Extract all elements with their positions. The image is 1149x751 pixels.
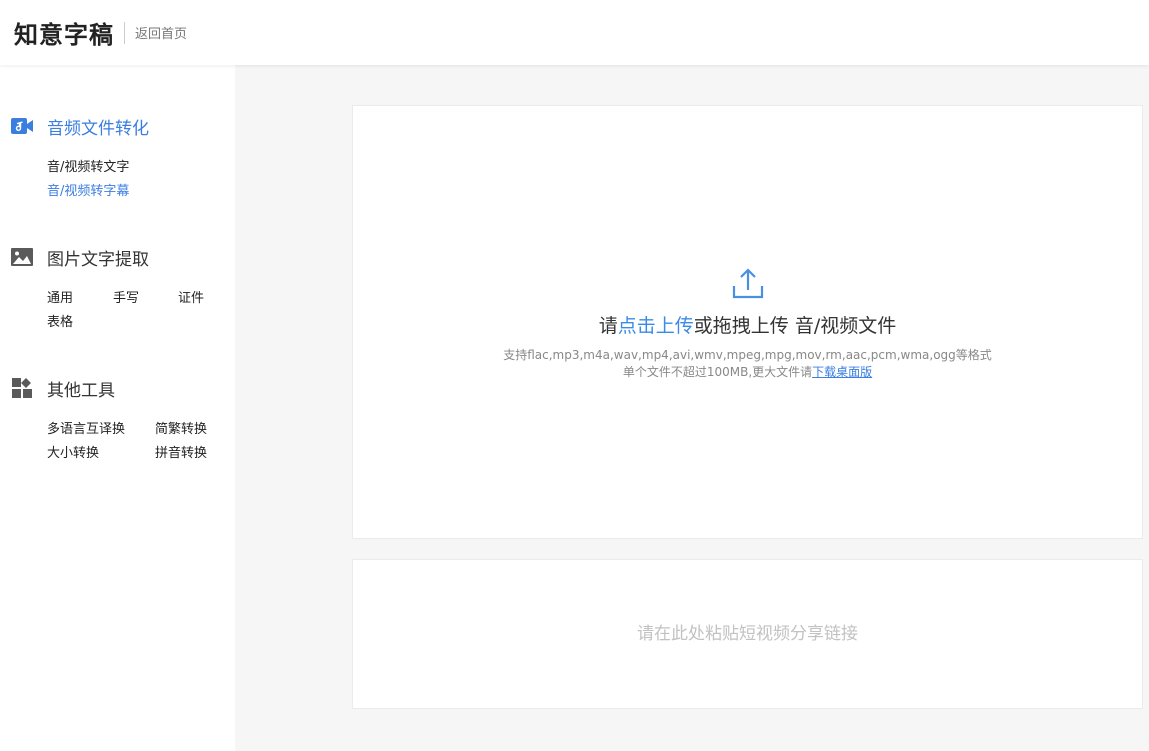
share-link-box: [352, 559, 1143, 709]
video-camera-icon: [10, 114, 34, 138]
size-limit-text: 单个文件不超过100MB,更大文件请: [623, 365, 812, 379]
section-title-audio: 音频文件转化: [47, 114, 149, 139]
nav-pinyin-convert[interactable]: 拼音转换: [155, 442, 207, 461]
upload-suffix: 或拖拽上传 音/视频文件: [694, 315, 896, 337]
nav-simplified-traditional[interactable]: 简繁转换: [155, 418, 207, 437]
download-desktop-link[interactable]: 下载桌面版: [812, 365, 872, 379]
upload-instruction: 请点击上传或拖拽上传 音/视频文件: [353, 311, 1142, 338]
click-upload-link[interactable]: 点击上传: [618, 315, 694, 337]
nav-ocr-id-card[interactable]: 证件: [178, 287, 204, 306]
nav-ocr-handwriting[interactable]: 手写: [113, 287, 139, 306]
apps-icon: [10, 376, 34, 400]
section-title-image: 图片文字提取: [47, 245, 149, 270]
image-icon: [10, 245, 34, 269]
sidebar: 音频文件转化 音/视频转文字 音/视频转字幕 图片文字提取 通用 手写 证件 表…: [0, 65, 235, 751]
nav-ocr-general[interactable]: 通用: [47, 287, 73, 306]
top-header: 知意字稿 返回首页: [0, 0, 1149, 65]
share-link-input[interactable]: [353, 560, 1142, 708]
nav-translate[interactable]: 多语言互译换: [47, 418, 125, 437]
section-header-image[interactable]: 图片文字提取: [10, 245, 149, 269]
nav-audio-to-text[interactable]: 音/视频转文字: [47, 156, 129, 175]
upload-prefix: 请: [599, 315, 618, 337]
upload-dropzone[interactable]: 请点击上传或拖拽上传 音/视频文件 支持flac,mp3,m4a,wav,mp4…: [352, 105, 1143, 539]
upload-icon[interactable]: [731, 266, 765, 300]
supported-formats: 支持flac,mp3,m4a,wav,mp4,avi,wmv,mpeg,mpg,…: [353, 346, 1142, 363]
upload-size-limit: 单个文件不超过100MB,更大文件请下载桌面版: [353, 363, 1142, 380]
section-header-audio[interactable]: 音频文件转化: [10, 114, 149, 138]
header-divider: [124, 22, 125, 44]
back-home-link[interactable]: 返回首页: [135, 23, 187, 42]
nav-audio-to-subtitle[interactable]: 音/视频转字幕: [47, 180, 129, 199]
nav-case-convert[interactable]: 大小转换: [47, 442, 99, 461]
section-title-tools: 其他工具: [47, 376, 115, 401]
app-logo[interactable]: 知意字稿: [14, 15, 114, 50]
nav-ocr-table[interactable]: 表格: [47, 311, 73, 330]
section-header-tools[interactable]: 其他工具: [10, 376, 115, 400]
